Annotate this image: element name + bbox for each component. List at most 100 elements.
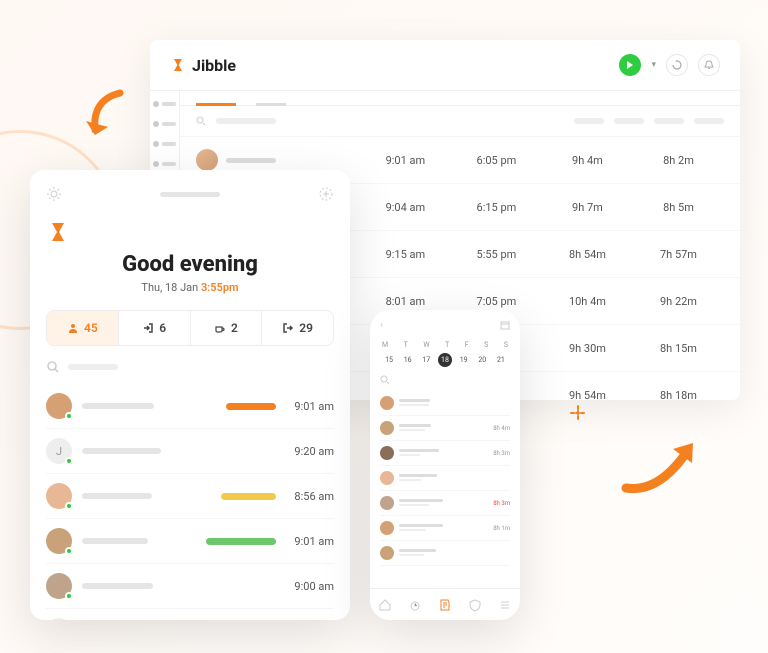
arrow-decoration — [80, 85, 130, 145]
search-icon[interactable] — [196, 116, 206, 126]
search-icon — [46, 360, 60, 374]
cell-in: 8:01 am — [360, 295, 451, 308]
cell-total: 9h 4m — [542, 154, 633, 167]
cell-out: 5:55 pm — [451, 248, 542, 261]
play-icon — [626, 61, 634, 69]
cal-date[interactable]: 21 — [494, 353, 508, 367]
gear-icon[interactable] — [46, 186, 62, 202]
jibble-logo-icon — [170, 57, 186, 73]
phone-row[interactable]: 8h 1m — [380, 516, 510, 541]
search-row[interactable] — [46, 360, 334, 374]
stat-value: 45 — [84, 321, 98, 335]
employee-row[interactable]: 9:01 am — [46, 384, 334, 429]
status-dot — [65, 592, 73, 600]
cal-date[interactable]: 17 — [419, 353, 433, 367]
brand-name: Jibble — [192, 56, 236, 75]
nav-timer-icon[interactable] — [408, 598, 422, 612]
stat-value: 2 — [231, 321, 238, 335]
cell-tracked: 7h 57m — [633, 248, 724, 261]
plus-decoration — [568, 403, 588, 423]
duration: 8h 3m — [493, 500, 510, 507]
avatar — [46, 528, 72, 554]
greeting-text: Good evening — [46, 252, 334, 277]
phone-mockup: ‹ MTWTFSS 15161718192021 8h 4m 8h 3m — [370, 310, 520, 620]
phone-row[interactable] — [380, 391, 510, 416]
employee-time: 9:00 am — [286, 580, 334, 593]
employee-row[interactable]: 9:01 am — [46, 519, 334, 564]
employee-time: 9:01 am — [286, 400, 334, 413]
jibble-logo-icon — [46, 220, 334, 244]
phone-row[interactable]: 8h 3m — [380, 441, 510, 466]
kiosk-card: Good evening Thu, 18 Jan 3:55pm 456229 9… — [30, 170, 350, 620]
cell-tracked: 8h 15m — [633, 342, 724, 355]
cal-day: F — [465, 341, 469, 349]
status-dot — [65, 502, 73, 510]
cal-date[interactable]: 19 — [457, 353, 471, 367]
nav-timesheet-icon[interactable] — [438, 598, 452, 612]
cell-total: 8h 54m — [542, 248, 633, 261]
drag-handle — [160, 192, 220, 197]
phone-nav — [370, 588, 520, 620]
employee-row[interactable]: 8:56 am — [46, 474, 334, 519]
clock-in-button[interactable] — [619, 54, 641, 76]
employee-time: 9:01 am — [286, 535, 334, 548]
cell-tracked: 8h 2m — [633, 154, 724, 167]
nav-home-icon[interactable] — [378, 598, 392, 612]
employee-row[interactable]: 9:00 am — [46, 564, 334, 609]
stat-value: 6 — [159, 321, 166, 335]
arrow-decoration — [618, 433, 708, 503]
avatar: J — [46, 618, 72, 620]
avatar: J — [46, 438, 72, 464]
avatar — [46, 393, 72, 419]
cal-date[interactable]: 16 — [401, 353, 415, 367]
avatar — [380, 396, 394, 410]
search-icon[interactable] — [380, 375, 510, 385]
desktop-header: Jibble ▾ — [150, 40, 740, 91]
cal-day: T — [445, 341, 449, 349]
nav-shield-icon[interactable] — [468, 598, 482, 612]
duration: 8h 4m — [493, 425, 510, 432]
avatar — [380, 421, 394, 435]
avatar — [380, 446, 394, 460]
stat-person[interactable]: 45 — [47, 311, 119, 345]
calendar-icon[interactable] — [500, 320, 510, 331]
refresh-icon — [672, 60, 682, 70]
employee-row[interactable]: J 9:20 am — [46, 429, 334, 474]
add-icon[interactable] — [318, 186, 334, 202]
time-text: 3:55pm — [201, 281, 239, 294]
cell-tracked: 8h 18m — [633, 389, 724, 401]
phone-list: 8h 4m 8h 3m 8h 3m 8h 1m — [380, 391, 510, 566]
employee-time: 9:20 am — [286, 445, 334, 458]
stat-break[interactable]: 2 — [191, 311, 263, 345]
avatar — [380, 496, 394, 510]
chevron-left-icon[interactable]: ‹ — [380, 320, 383, 331]
cal-day: T — [404, 341, 408, 349]
phone-row[interactable] — [380, 541, 510, 566]
notifications-button[interactable] — [698, 54, 720, 76]
cell-out: 6:15 pm — [451, 201, 542, 214]
cell-in: 9:15 am — [360, 248, 451, 261]
cell-total: 9h 7m — [542, 201, 633, 214]
bell-icon — [704, 60, 714, 70]
cell-in: 9:01 am — [360, 154, 451, 167]
cell-out: 7:05 pm — [451, 295, 542, 308]
phone-row[interactable]: 8h 4m — [380, 416, 510, 441]
cal-day: S — [484, 341, 488, 349]
refresh-button[interactable] — [666, 54, 688, 76]
phone-row[interactable]: 8h 3m — [380, 491, 510, 516]
cal-date[interactable]: 20 — [475, 353, 489, 367]
stat-in[interactable]: 6 — [119, 311, 191, 345]
employee-list: 9:01 am J 9:20 am 8:56 am 9:01 am 9:00 a… — [46, 384, 334, 620]
stat-out[interactable]: 29 — [262, 311, 333, 345]
cal-date[interactable]: 18 — [438, 353, 452, 367]
calendar: MTWTFSS 15161718192021 — [380, 341, 510, 367]
avatar — [46, 483, 72, 509]
nav-menu-icon[interactable] — [498, 598, 512, 612]
employee-time: 8:56 am — [286, 490, 334, 503]
chevron-down-icon[interactable]: ▾ — [651, 60, 656, 70]
stats-bar: 45 6 2 29 — [46, 310, 334, 346]
avatar — [196, 149, 218, 171]
employee-row[interactable]: J 9:10 am — [46, 609, 334, 620]
phone-row[interactable] — [380, 466, 510, 491]
cal-date[interactable]: 15 — [382, 353, 396, 367]
